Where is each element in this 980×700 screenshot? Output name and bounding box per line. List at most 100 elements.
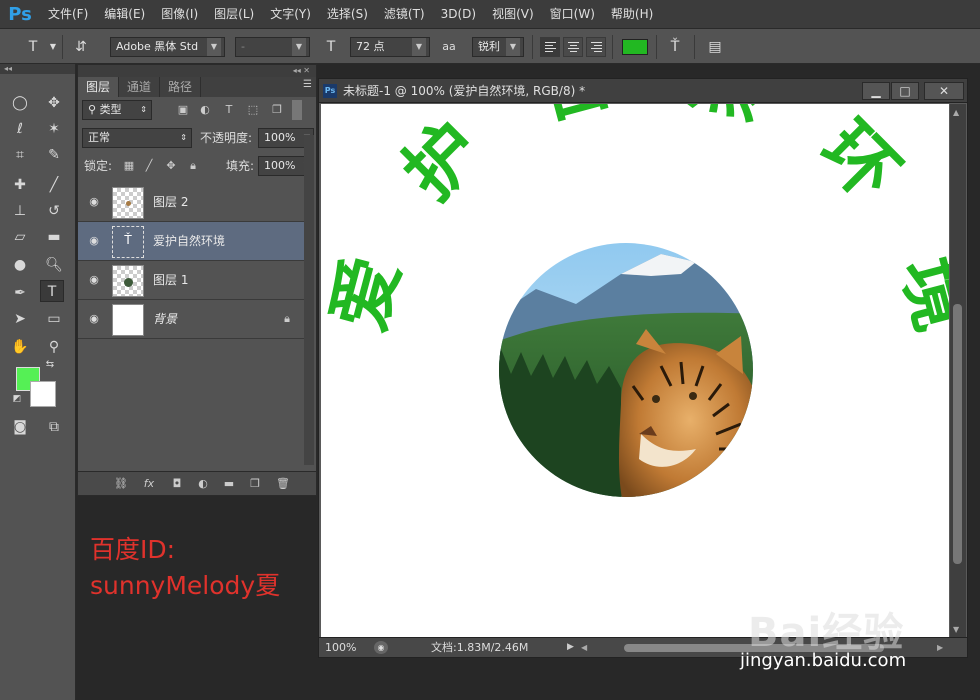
tab-layers[interactable]: 图层 [78,77,120,97]
dodge-tool-icon[interactable]: 🔍︎ [42,254,66,276]
font-size-select[interactable]: 72 点 ▼ [350,37,430,57]
scroll-thumb[interactable] [953,304,962,564]
lock-all-icon[interactable]: 🔒︎ [184,156,202,176]
adjustment-layer-icon[interactable]: ◐ [194,476,212,492]
warp-text-icon[interactable]: Ť [666,37,684,57]
scroll-right-icon[interactable]: ▶ [937,638,943,657]
layer-style-icon[interactable]: fx [140,476,158,492]
rectangle-tool-icon[interactable]: ▭ [42,308,66,330]
status-info-icon[interactable]: ◉ [374,641,388,654]
blend-mode-select[interactable]: 正常 ⇕ [82,128,192,148]
layer-name[interactable]: 图层 2 [153,183,188,222]
scroll-down-icon[interactable]: ▼ [953,625,959,634]
preset-dropdown-icon[interactable]: ▼ [44,37,62,57]
menu-select[interactable]: 选择(S) [319,0,376,28]
align-right-button[interactable] [586,37,606,57]
delete-layer-icon[interactable]: 🗑︎ [274,476,292,492]
menu-type[interactable]: 文字(Y) [262,0,319,28]
antialias-select[interactable]: 锐利 ▼ [472,37,524,57]
collapse-handle-icon[interactable]: ◂◂ [0,64,75,74]
path-selection-tool-icon[interactable]: ➤ [8,308,32,330]
menu-3d[interactable]: 3D(D) [433,0,484,28]
healing-brush-tool-icon[interactable]: ✚ [8,174,32,196]
menu-layer[interactable]: 图层(L) [206,0,262,28]
lock-image-icon[interactable]: ╱ [140,156,158,176]
hand-tool-icon[interactable]: ✋ [8,336,32,358]
maximize-button[interactable]: □ [891,82,919,100]
lock-transparent-icon[interactable]: ▦ [120,156,138,176]
new-group-icon[interactable]: ▬ [220,476,238,492]
panel-collapse-icon[interactable]: ◂◂ ✕ [78,65,316,77]
status-menu-arrow-icon[interactable]: ▶ [567,638,574,657]
layer-name[interactable]: 图层 1 [153,261,188,300]
marquee-tool-icon[interactable]: ◯ [8,92,32,114]
panel-menu-icon[interactable]: ☰ [303,79,312,90]
background-color-swatch[interactable] [30,381,56,407]
layer-row[interactable]: ◉ 图层 2 [78,183,304,222]
blur-tool-icon[interactable]: ● [8,254,32,276]
layer-name[interactable]: 爱护自然环境 [153,222,225,261]
crop-tool-icon[interactable]: ⌗ [8,144,32,166]
minimize-button[interactable]: ▁ [862,82,890,100]
swap-colors-icon[interactable]: ⇆ [42,358,58,372]
eraser-tool-icon[interactable]: ▱ [8,226,32,248]
link-layers-icon[interactable]: ⛓ [112,476,130,492]
new-layer-icon[interactable]: ❐ [246,476,264,492]
font-family-select[interactable]: Adobe 黑体 Std ▼ [110,37,225,57]
menu-help[interactable]: 帮助(H) [603,0,661,28]
canvas[interactable]: 爱护自然环境 [321,104,949,638]
move-tool-icon[interactable]: ✥ [42,92,66,114]
lock-position-icon[interactable]: ✥ [162,156,180,176]
tab-paths[interactable]: 路径 [160,77,202,97]
filter-smart-object-icon[interactable]: ❐ [268,100,286,120]
menu-edit[interactable]: 编辑(E) [96,0,153,28]
history-brush-tool-icon[interactable]: ↺ [42,200,66,222]
filter-kind-select[interactable]: ⚲ 类型 ⇕ [82,100,152,120]
default-colors-icon[interactable]: ◩ [10,392,24,406]
close-button[interactable]: ✕ [924,82,964,100]
layer-name[interactable]: 背景 [153,300,177,339]
align-center-button[interactable] [563,37,583,57]
tab-channels[interactable]: 通道 [119,77,161,97]
lasso-tool-icon[interactable]: ℓ [8,118,32,140]
type-tool-icon[interactable]: T [40,280,64,302]
gradient-tool-icon[interactable]: ▬ [42,226,66,248]
text-color-swatch[interactable] [622,39,648,55]
filter-pixel-icon[interactable]: ▣ [174,100,192,120]
menu-file[interactable]: 文件(F) [40,0,96,28]
visibility-eye-icon[interactable]: ◉ [86,234,102,248]
menu-filter[interactable]: 滤镜(T) [376,0,433,28]
scroll-up-icon[interactable]: ▲ [953,108,959,117]
brush-tool-icon[interactable]: ╱ [42,174,66,196]
layers-scrollbar[interactable] [304,135,314,465]
quick-mask-icon[interactable]: ◙ [8,416,32,438]
text-orientation-icon[interactable]: ⇵ [72,37,90,57]
filter-adjustment-icon[interactable]: ◐ [196,100,214,120]
layer-row[interactable]: ◉ 背景 🔒︎ [78,300,304,339]
align-left-button[interactable] [540,37,560,57]
menu-window[interactable]: 窗口(W) [542,0,603,28]
filter-shape-icon[interactable]: ⬚ [244,100,262,120]
character-panel-icon[interactable]: ▤ [706,37,724,57]
layer-row[interactable]: ◉ Ť 爱护自然环境 [78,222,304,261]
type-tool-preset-icon[interactable]: T [24,37,42,57]
screen-mode-icon[interactable]: ⧉ [42,416,66,438]
eyedropper-tool-icon[interactable]: ✎ [42,144,66,166]
font-style-select[interactable]: - ▼ [235,37,310,57]
layer-row[interactable]: ◉ 图层 1 [78,261,304,300]
visibility-eye-icon[interactable]: ◉ [86,195,102,209]
menu-image[interactable]: 图像(I) [153,0,206,28]
filter-toggle-icon[interactable] [292,100,302,120]
clone-stamp-tool-icon[interactable]: ⊥ [8,200,32,222]
zoom-level[interactable]: 100% [325,638,356,657]
zoom-tool-icon[interactable]: ⚲ [42,336,66,358]
vertical-scrollbar[interactable]: ▲ ▼ [950,104,966,638]
filter-type-icon[interactable]: T [220,100,238,120]
add-mask-icon[interactable]: ◘ [168,476,186,492]
menu-view[interactable]: 视图(V) [484,0,542,28]
pen-tool-icon[interactable]: ✒ [8,282,32,304]
scroll-left-icon[interactable]: ◀ [581,638,587,657]
visibility-eye-icon[interactable]: ◉ [86,273,102,287]
visibility-eye-icon[interactable]: ◉ [86,312,102,326]
magic-wand-tool-icon[interactable]: ✶ [42,118,66,140]
